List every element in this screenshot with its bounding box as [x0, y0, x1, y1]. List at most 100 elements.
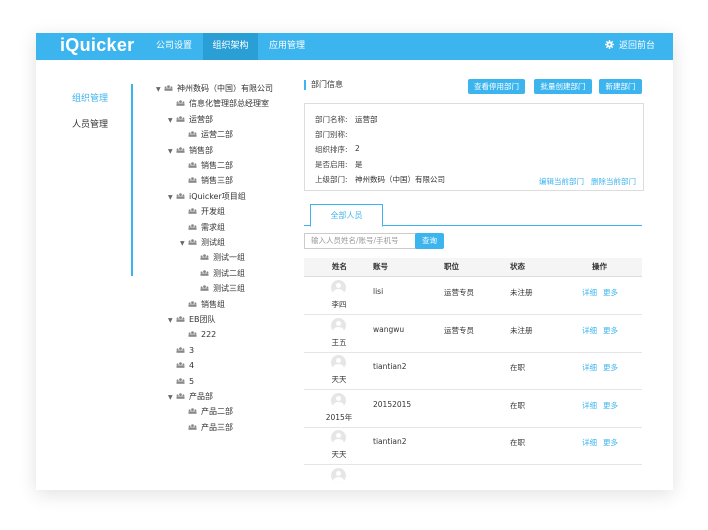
tree-node[interactable]: ▼ 销售部: [168, 145, 213, 157]
detail-link[interactable]: 详细: [582, 400, 597, 411]
tree-node[interactable]: 开发组: [180, 206, 225, 218]
detail-link[interactable]: 详细: [582, 362, 597, 373]
col-name: 姓名: [332, 262, 347, 271]
dept-name-label: 部门名称:: [315, 115, 348, 124]
dept-enabled-value: 是: [355, 160, 363, 169]
avatar: [331, 392, 346, 408]
tree-node[interactable]: 产品二部: [180, 406, 233, 418]
member-account: tiantian2: [373, 437, 407, 446]
tree-node[interactable]: ▼ 产品部: [168, 391, 213, 403]
tree-node[interactable]: 测试二组: [192, 268, 245, 280]
more-link[interactable]: 更多: [603, 287, 618, 298]
tree-node[interactable]: 销售二部: [180, 160, 233, 172]
detail-link[interactable]: 详细: [582, 287, 597, 298]
tree-node[interactable]: ▼ EB团队: [168, 314, 216, 326]
org-group-icon: [188, 176, 201, 185]
return-frontend-button[interactable]: 返回前台: [604, 33, 655, 60]
org-group-icon: [200, 253, 213, 262]
org-group-icon: [188, 330, 201, 339]
detail-link[interactable]: 详细: [582, 437, 597, 448]
tree-node[interactable]: 销售三部: [180, 175, 233, 187]
tree-node[interactable]: 测试一组: [192, 252, 245, 264]
caret-down-icon[interactable]: ▼: [168, 146, 176, 158]
delete-dept-link[interactable]: 删除当前部门: [591, 176, 636, 187]
tree-node[interactable]: ▼ iQuicker项目组: [168, 191, 246, 203]
col-account: 账号: [373, 262, 388, 271]
tree-node-label: 产品二部: [201, 407, 233, 417]
tree-node[interactable]: 运营二部: [180, 129, 233, 141]
tree-node-label: 3: [189, 345, 195, 355]
nav-app-management[interactable]: 应用管理: [261, 33, 313, 60]
tree-node[interactable]: ▼ 测试组: [180, 237, 225, 249]
tree-node[interactable]: ▼ 神州数码（中国）有限公司: [156, 83, 273, 95]
gear-icon: [604, 40, 614, 49]
tree-node[interactable]: ▼ 运营部: [168, 114, 213, 126]
more-link[interactable]: 更多: [603, 400, 618, 411]
more-link[interactable]: 更多: [603, 437, 618, 448]
member-position: 运营专员: [444, 325, 474, 335]
more-link[interactable]: 更多: [603, 362, 618, 373]
caret-down-icon[interactable]: ▼: [168, 392, 176, 404]
tree-node-label: 产品部: [189, 392, 213, 401]
org-group-icon: [164, 84, 177, 93]
avatar: [331, 280, 346, 295]
caret-down-icon[interactable]: ▼: [168, 115, 176, 127]
dept-order-label: 组织排序:: [315, 145, 348, 154]
member-account: tiantian2: [373, 362, 407, 371]
tree-node[interactable]: 222: [180, 329, 216, 341]
col-position: 职位: [444, 262, 459, 271]
member-search-input[interactable]: 输入人员姓名/账号/手机号: [304, 233, 416, 249]
org-group-icon: [176, 392, 189, 401]
caret-down-icon[interactable]: ▼: [180, 238, 188, 250]
detail-link[interactable]: 详细: [582, 325, 597, 336]
tree-node[interactable]: 5: [168, 376, 194, 388]
sidebar-divider: [131, 84, 133, 276]
org-group-icon: [188, 130, 201, 139]
org-group-icon: [188, 223, 201, 232]
tree-node[interactable]: 需求组: [180, 222, 225, 234]
nav-org-structure[interactable]: 组织架构: [203, 33, 258, 60]
tree-node[interactable]: 信息化管理部总经理室: [168, 98, 269, 110]
more-link[interactable]: 更多: [603, 325, 618, 336]
tree-node[interactable]: 销售组: [180, 299, 225, 311]
org-group-icon: [188, 407, 201, 416]
tree-node[interactable]: 产品三部: [180, 422, 233, 434]
new-dept-button[interactable]: 新建部门: [599, 79, 642, 94]
admin-window: iQuicker 公司设置 组织架构 应用管理 返回前台 组织管理 人员管理 ▼…: [36, 33, 673, 490]
member-account: wangwu: [373, 324, 405, 334]
member-name: 天天: [331, 375, 347, 384]
table-row: 2015年 20152015 在职 详细 更多: [304, 390, 642, 428]
org-group-icon: [176, 99, 189, 108]
member-name: 天天: [331, 450, 347, 459]
tree-node-label: 销售三部: [201, 176, 233, 186]
col-status: 状态: [510, 262, 525, 271]
tree-node-label: 销售组: [201, 299, 225, 309]
tree-node-label: 222: [201, 330, 217, 340]
tree-node[interactable]: 3: [168, 345, 194, 357]
member-status: 未注册: [510, 325, 533, 335]
col-actions: 操作: [592, 262, 607, 271]
tree-node-label: 运营二部: [201, 130, 233, 140]
table-header: 姓名 账号 职位 状态 操作: [304, 258, 642, 277]
tree-node[interactable]: 4: [168, 360, 194, 372]
member-status: 在职: [510, 400, 525, 410]
nav-company-settings[interactable]: 公司设置: [148, 33, 200, 60]
table-row: [304, 465, 642, 491]
dept-order-value: 2: [355, 144, 360, 153]
dept-name-value: 运营部: [355, 115, 378, 124]
member-status: 未注册: [510, 288, 533, 297]
edit-dept-link[interactable]: 编辑当前部门: [539, 176, 584, 187]
tree-node[interactable]: 测试三组: [192, 283, 245, 295]
sidebar-item-org-management[interactable]: 组织管理: [72, 91, 108, 104]
caret-down-icon[interactable]: ▼: [168, 192, 176, 204]
view-disabled-depts-button[interactable]: 查看停用部门: [468, 79, 525, 94]
batch-create-depts-button[interactable]: 批量创建部门: [534, 79, 592, 94]
caret-down-icon[interactable]: ▼: [168, 315, 176, 327]
member-status: 在职: [510, 438, 525, 447]
app-logo: iQuicker: [60, 35, 135, 55]
tab-all-members[interactable]: 全部人员: [310, 204, 383, 227]
caret-down-icon[interactable]: ▼: [156, 84, 164, 96]
search-button[interactable]: 查询: [415, 233, 444, 249]
org-group-icon: [188, 238, 201, 247]
sidebar-item-people-management[interactable]: 人员管理: [72, 117, 108, 130]
